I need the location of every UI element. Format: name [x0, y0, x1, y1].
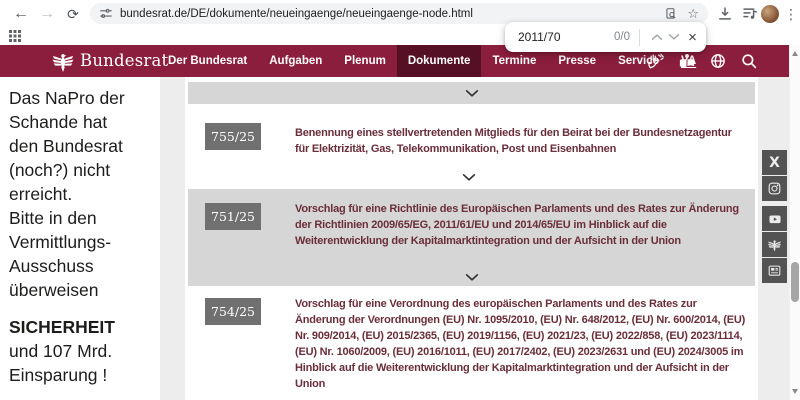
document-title[interactable]: Vorschlag für eine Verordnung des europä…: [295, 296, 747, 392]
close-icon[interactable]: ×: [684, 29, 701, 46]
expand-chevron[interactable]: [185, 169, 752, 185]
annotation-line: überweisen: [9, 278, 161, 302]
scrollbar[interactable]: [789, 45, 800, 400]
instagram-icon[interactable]: [762, 176, 787, 201]
annotation-line: den Bundesrat: [9, 134, 161, 158]
nav-item-der-bundesrat[interactable]: Der Bundesrat: [157, 45, 258, 77]
nav-item-aufgaben[interactable]: Aufgaben: [258, 45, 333, 77]
reload-icon[interactable]: ⟳: [62, 2, 84, 26]
document-number-badge[interactable]: 751/25: [205, 203, 261, 230]
browser-menu-icon[interactable]: ⋮: [783, 2, 799, 26]
expand-chevron[interactable]: [188, 273, 755, 282]
document-number-badge[interactable]: 754/25: [205, 298, 261, 325]
bundesadler-icon[interactable]: [762, 232, 787, 257]
divider: [639, 29, 640, 46]
find-match-count: 0/0: [614, 31, 630, 43]
globe-icon[interactable]: [709, 52, 727, 70]
chevron-down-icon[interactable]: [464, 89, 480, 98]
annotation-line: Ausschuss: [9, 254, 161, 278]
document-row-selected[interactable]: 751/25 Vorschlag für eine Richtlinie des…: [188, 189, 755, 286]
document-number-badge[interactable]: 755/25: [205, 123, 261, 150]
find-previous-button[interactable]: [648, 29, 665, 46]
document-title[interactable]: Vorschlag für eine Richtlinie des Europä…: [295, 201, 747, 249]
apps-grid-icon[interactable]: [9, 30, 21, 42]
download-icon[interactable]: [716, 5, 734, 23]
scrollbar-up-icon[interactable]: [792, 51, 798, 56]
chevron-down-icon[interactable]: [464, 273, 480, 282]
nav-item-dokumente[interactable]: Dokumente: [397, 45, 482, 77]
bookmark-star-icon[interactable]: ☆: [687, 3, 699, 24]
annotation-line: und 107 Mrd.: [9, 339, 161, 363]
find-next-button[interactable]: [665, 29, 682, 46]
forward-icon[interactable]: →: [36, 2, 58, 26]
scrollbar-thumb[interactable]: [791, 262, 799, 302]
chevron-down-icon[interactable]: [461, 173, 477, 182]
page-search-icon[interactable]: [664, 7, 678, 21]
annotation-line: Schande hat: [9, 110, 161, 134]
annotation-line: Das NaPro der: [9, 86, 161, 110]
collapsed-item-bar[interactable]: [188, 82, 755, 104]
sign-language-icon[interactable]: [647, 52, 665, 70]
social-sidebar: X: [762, 150, 787, 283]
easy-language-icon[interactable]: [678, 52, 696, 70]
site-settings-icon[interactable]: [99, 7, 113, 21]
find-in-page-bar: 0/0 ×: [505, 22, 706, 52]
news-icon[interactable]: [762, 258, 787, 283]
url-bar[interactable]: bundesrat.de/DE/dokumente/neueingaenge/n…: [90, 3, 708, 24]
find-input[interactable]: [518, 30, 596, 44]
profile-avatar[interactable]: [761, 5, 779, 23]
youtube-icon[interactable]: [762, 206, 787, 231]
annotation-line: Einsparung !: [9, 363, 161, 387]
document-title[interactable]: Benennung eines stellvertretenden Mitgli…: [295, 125, 747, 157]
annotation-text: Das NaPro der Schande hat den Bundesrat …: [9, 86, 161, 387]
annotation-line: Bitte in den: [9, 206, 161, 230]
annotation-spacer: [9, 302, 161, 315]
scrollbar-down-icon[interactable]: [792, 389, 798, 394]
document-list: 755/25 Benennung eines stellvertretenden…: [185, 77, 758, 400]
site-wordmark[interactable]: Bundesrat: [80, 45, 168, 77]
nav-item-plenum[interactable]: Plenum: [333, 45, 397, 77]
bundesadler-logo-icon[interactable]: [51, 50, 75, 73]
annotation-line: (noch?) nicht: [9, 158, 161, 182]
annotation-line: Vermittlungs-: [9, 230, 161, 254]
x-twitter-icon[interactable]: X: [762, 150, 787, 175]
media-controls-icon[interactable]: [741, 5, 759, 23]
back-icon[interactable]: ←: [10, 2, 32, 26]
annotation-line-bold: SICHERHEIT: [9, 315, 161, 339]
url-text[interactable]: bundesrat.de/DE/dokumente/neueingaenge/n…: [120, 8, 664, 20]
search-icon[interactable]: [740, 52, 758, 70]
annotation-line: erreicht.: [9, 182, 161, 206]
